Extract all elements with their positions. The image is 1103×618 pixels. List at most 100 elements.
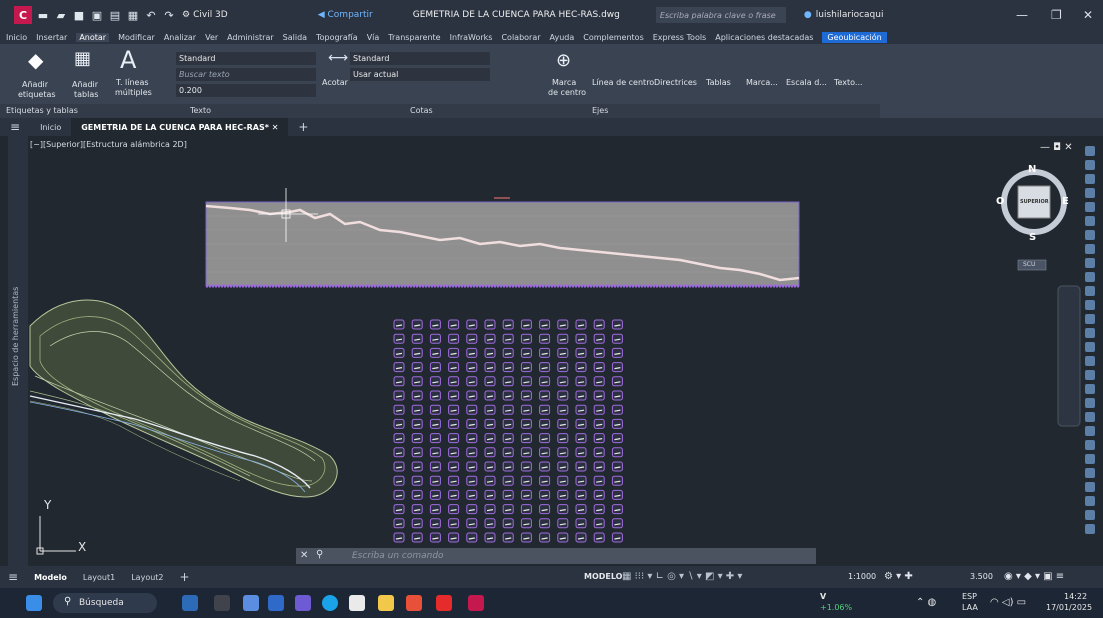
panel-etiquetas[interactable]: Etiquetas y tablas (6, 106, 78, 115)
cross-section-view[interactable] (520, 404, 532, 415)
cross-section-view[interactable] (575, 376, 587, 387)
cross-section-view[interactable] (411, 504, 423, 515)
cross-section-view[interactable] (429, 489, 441, 500)
cross-section-view[interactable] (429, 532, 441, 543)
cross-section-view[interactable] (593, 475, 605, 486)
cross-section-view[interactable] (411, 404, 423, 415)
cross-section-view[interactable] (520, 461, 532, 472)
cross-section-view[interactable] (539, 376, 551, 387)
scale-button[interactable]: Escala d... (786, 78, 827, 87)
cross-section-view[interactable] (539, 518, 551, 529)
cross-section-view[interactable] (520, 447, 532, 458)
cross-section-view[interactable] (393, 418, 405, 429)
windows-start-icon[interactable] (26, 595, 42, 611)
cross-section-view[interactable] (557, 532, 569, 543)
tab-model[interactable]: Modelo (26, 573, 75, 582)
tool-icon[interactable] (1085, 510, 1095, 520)
tool-icon[interactable] (1085, 412, 1095, 422)
cross-section-view[interactable] (593, 447, 605, 458)
tool-icon[interactable] (1085, 230, 1095, 240)
cross-section-view[interactable] (575, 433, 587, 444)
cross-section-view[interactable] (411, 347, 423, 358)
annotation-scale[interactable]: 1:1000 (848, 572, 876, 581)
viewcube-face[interactable]: SUPERIOR (1020, 199, 1049, 205)
tool-icon[interactable] (1085, 244, 1095, 254)
cross-section-view[interactable] (393, 376, 405, 387)
cross-section-view[interactable] (520, 376, 532, 387)
cross-section-view[interactable] (448, 376, 460, 387)
cross-section-view[interactable] (429, 418, 441, 429)
tab-transparente[interactable]: Transparente (388, 33, 440, 42)
cross-section-view[interactable] (393, 489, 405, 500)
cross-section-view[interactable] (611, 376, 623, 387)
cross-section-view[interactable] (520, 518, 532, 529)
cross-section-view[interactable] (593, 461, 605, 472)
cross-section-view[interactable] (557, 518, 569, 529)
edge-icon[interactable] (322, 595, 338, 611)
status-tools-icon[interactable]: ◉ ▾ ◆ ▾ ▣ ≡ (1004, 571, 1064, 582)
cross-section-view[interactable] (557, 362, 569, 373)
cross-section-view[interactable] (539, 433, 551, 444)
tray-icons[interactable]: ⌃ ◍ (916, 597, 936, 608)
status-value[interactable]: 3.500 (970, 572, 993, 581)
cross-section-view[interactable] (593, 532, 605, 543)
cross-section-view[interactable] (593, 489, 605, 500)
cross-section-view[interactable] (575, 518, 587, 529)
cross-section-view[interactable] (448, 461, 460, 472)
cross-section-view[interactable] (484, 532, 496, 543)
cross-section-view[interactable] (502, 362, 514, 373)
cross-section-view[interactable] (557, 390, 569, 401)
cross-section-view[interactable] (575, 404, 587, 415)
panel-texto[interactable]: Texto (190, 106, 211, 115)
cross-section-view[interactable] (429, 390, 441, 401)
cross-section-view[interactable] (411, 532, 423, 543)
add-labels-button[interactable]: Añadir (22, 80, 48, 89)
cross-section-view[interactable] (429, 447, 441, 458)
cross-section-view[interactable] (611, 489, 623, 500)
tab-layout1[interactable]: Layout1 (75, 573, 123, 582)
tool-icon[interactable] (1085, 328, 1095, 338)
cross-section-view[interactable] (448, 347, 460, 358)
cross-section-view[interactable] (393, 475, 405, 486)
cross-section-view[interactable] (557, 433, 569, 444)
cross-section-view[interactable] (575, 319, 587, 330)
cross-section-view[interactable] (484, 447, 496, 458)
cross-section-view[interactable] (539, 447, 551, 458)
cross-section-view[interactable] (611, 447, 623, 458)
cross-section-view[interactable] (575, 333, 587, 344)
cross-section-view[interactable] (484, 333, 496, 344)
redo-icon[interactable]: ↷ (162, 8, 176, 22)
cross-section-view[interactable] (593, 404, 605, 415)
cross-section-view[interactable] (611, 461, 623, 472)
cross-section-view[interactable] (466, 390, 478, 401)
wifi-volume-battery-icon[interactable]: ◠ ◁) ▭ (990, 597, 1026, 608)
cross-section-view[interactable] (502, 333, 514, 344)
tab-express-tools[interactable]: Express Tools (653, 33, 707, 42)
cross-section-view[interactable] (593, 433, 605, 444)
tool-icon[interactable] (1085, 454, 1095, 464)
cross-section-view[interactable] (484, 319, 496, 330)
cross-section-view[interactable] (520, 347, 532, 358)
tool-icon[interactable] (1085, 398, 1095, 408)
panel-ejes[interactable]: Ejes (592, 106, 608, 115)
tab-insertar[interactable]: Insertar (36, 33, 67, 42)
tool-icon[interactable] (1085, 524, 1095, 534)
cross-section-view[interactable] (484, 518, 496, 529)
cross-section-view[interactable] (575, 347, 587, 358)
cross-section-view[interactable] (429, 433, 441, 444)
cross-section-view[interactable] (520, 433, 532, 444)
tab-colaborar[interactable]: Colaborar (501, 33, 540, 42)
cross-section-view[interactable] (611, 333, 623, 344)
cross-section-view[interactable] (448, 532, 460, 543)
use-current-select[interactable]: Usar actual (350, 68, 490, 81)
tool-icon[interactable] (1085, 216, 1095, 226)
close-tab-icon[interactable]: ✕ (272, 123, 279, 132)
cross-section-view[interactable] (611, 475, 623, 486)
cross-section-view[interactable] (484, 489, 496, 500)
cross-section-view[interactable] (539, 418, 551, 429)
cross-section-view[interactable] (429, 404, 441, 415)
cross-section-view[interactable] (448, 518, 460, 529)
cross-section-view[interactable] (429, 333, 441, 344)
cross-section-view[interactable] (539, 319, 551, 330)
cross-section-view[interactable] (593, 418, 605, 429)
